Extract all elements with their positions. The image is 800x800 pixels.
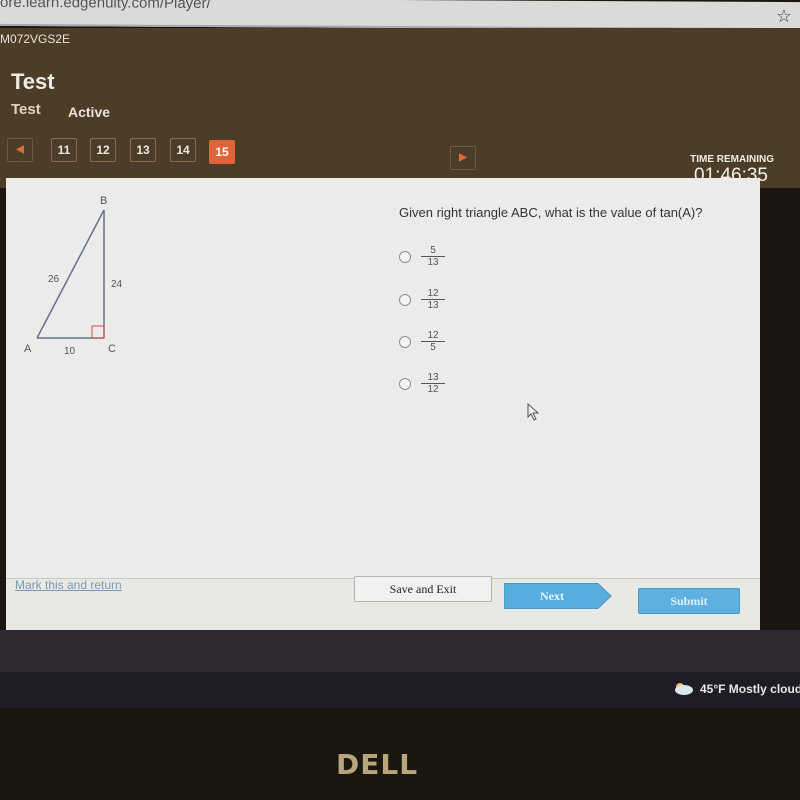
partly-cloudy-icon[interactable] <box>672 681 694 695</box>
answer-option-4[interactable]: 13 12 <box>399 372 479 404</box>
taskbar: 45°F Mostly cloudy <box>0 672 800 708</box>
activity-status: Active <box>68 104 111 120</box>
radio-button[interactable] <box>399 294 411 306</box>
page-title: Test <box>11 69 55 94</box>
question-prompt: Given right triangle ABC, what is the va… <box>399 205 703 220</box>
weather-widget[interactable]: 45°F Mostly cloudy <box>700 682 800 696</box>
course-code: M072VGS2E <box>0 32 71 46</box>
submit-button[interactable]: Submit <box>638 588 740 614</box>
activity-type: Test <box>11 101 41 118</box>
question-nav-11[interactable]: 11 <box>51 138 77 162</box>
monitor-bezel: DELL <box>0 708 800 800</box>
side-ab-label: 26 <box>48 274 60 285</box>
answer-option-3[interactable]: 12 5 <box>399 330 479 362</box>
fraction: 13 12 <box>421 372 445 395</box>
question-panel: B A C 26 24 10 Given right triangle ABC,… <box>6 178 760 578</box>
triangle-diagram: B A C 26 24 10 <box>24 195 123 357</box>
radio-button[interactable] <box>399 336 411 348</box>
numerator: 5 <box>421 245 445 257</box>
side-ac-label: 10 <box>64 346 76 357</box>
vertex-a-label: A <box>24 343 32 355</box>
numerator: 12 <box>421 330 445 342</box>
url-text[interactable]: ore.learn.edgenuity.com/Player/ <box>0 0 211 12</box>
mouse-cursor-icon <box>527 403 540 421</box>
fraction: 12 13 <box>421 288 445 311</box>
right-angle-marker <box>91 325 105 339</box>
next-button-label: Next <box>540 589 564 603</box>
screen-bottom-area <box>0 630 800 672</box>
side-bc-label: 24 <box>111 279 123 290</box>
save-and-exit-button[interactable]: Save and Exit <box>354 576 492 602</box>
vertex-b-label: B <box>100 195 107 207</box>
arrow-left-icon: ◀ <box>16 144 24 155</box>
browser-address-bar[interactable]: ore.learn.edgenuity.com/Player/ ☆ <box>0 0 800 31</box>
time-remaining-label: TIME REMAINING <box>690 154 774 165</box>
player-footer: Mark this and return Save and Exit Next … <box>6 576 760 630</box>
denominator: 12 <box>427 384 439 395</box>
screen: ore.learn.edgenuity.com/Player/ ☆ M072VG… <box>0 0 800 800</box>
denominator: 5 <box>430 342 436 353</box>
player-header: M072VGS2E Test Test Active ◀ 11 12 13 14… <box>0 28 800 188</box>
numerator: 13 <box>421 372 445 384</box>
radio-button[interactable] <box>399 378 411 390</box>
next-button[interactable]: Next <box>504 583 612 609</box>
vertex-c-label: C <box>108 343 116 355</box>
denominator: 13 <box>427 257 439 268</box>
numerator: 12 <box>421 288 445 300</box>
arrow-right-icon: ▶ <box>459 152 467 163</box>
radio-button[interactable] <box>399 251 411 263</box>
fraction: 5 13 <box>421 245 445 268</box>
answer-option-2[interactable]: 12 13 <box>399 288 479 320</box>
prev-question-button[interactable]: ◀ <box>7 138 33 162</box>
mark-and-return-link[interactable]: Mark this and return <box>15 578 122 592</box>
dell-logo: DELL <box>336 748 419 781</box>
question-nav-12[interactable]: 12 <box>90 138 116 162</box>
next-question-button[interactable]: ▶ <box>450 146 476 170</box>
question-nav-15[interactable]: 15 <box>209 140 235 164</box>
denominator: 13 <box>427 300 439 311</box>
question-nav-14[interactable]: 14 <box>170 138 196 162</box>
answer-option-1[interactable]: 5 13 <box>399 245 479 277</box>
question-nav-13[interactable]: 13 <box>130 138 156 162</box>
star-add-icon[interactable]: ☆ <box>776 6 792 27</box>
fraction: 12 5 <box>421 330 445 353</box>
